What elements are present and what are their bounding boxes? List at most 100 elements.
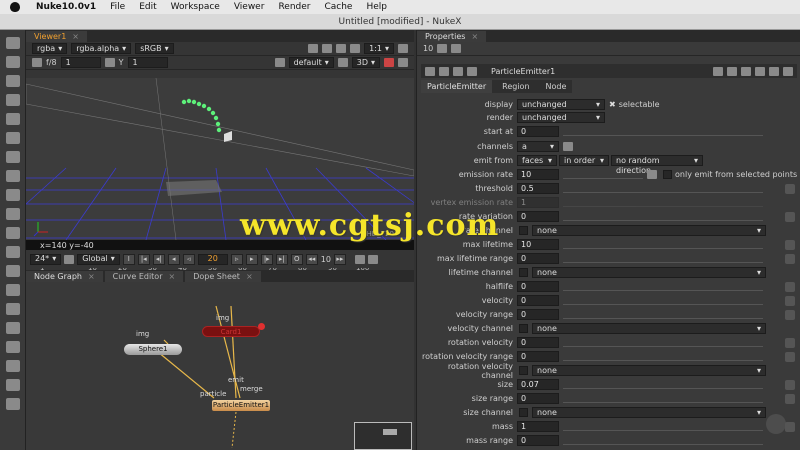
rate-variation-field[interactable]: 0 bbox=[517, 211, 559, 222]
next-key-button[interactable]: |▸ bbox=[260, 253, 273, 265]
velocity-range-field[interactable]: 0 bbox=[517, 309, 559, 320]
3d-cube-icon[interactable] bbox=[6, 227, 20, 239]
minimap[interactable] bbox=[354, 422, 412, 450]
tab-region[interactable]: Region bbox=[492, 80, 540, 93]
animation-icon[interactable] bbox=[785, 337, 795, 348]
size-field[interactable]: 0.07 bbox=[517, 379, 559, 390]
animation-icon[interactable] bbox=[785, 253, 795, 264]
channel-icon[interactable] bbox=[6, 113, 20, 125]
menu-cache[interactable]: Cache bbox=[324, 2, 352, 12]
camera-icon[interactable] bbox=[337, 58, 348, 67]
max-lifetime-field[interactable]: 10 bbox=[517, 239, 559, 250]
pause-icon[interactable] bbox=[336, 44, 347, 53]
lifetime-channel-dropdown[interactable]: none ▾ bbox=[532, 267, 766, 278]
deep-icon[interactable] bbox=[6, 284, 20, 296]
threshold-field[interactable]: 0.5 bbox=[517, 183, 559, 194]
settings-toggle-icon[interactable] bbox=[398, 58, 408, 67]
refresh-icon[interactable] bbox=[322, 44, 333, 53]
render-dropdown[interactable]: unchanged ▾ bbox=[517, 112, 605, 123]
color-swatch-icon[interactable] bbox=[453, 66, 463, 76]
mass-range-slider[interactable] bbox=[563, 437, 763, 445]
lifetime-channel-checkbox[interactable] bbox=[519, 268, 528, 277]
close-panel-icon[interactable] bbox=[783, 66, 793, 76]
lut-dropdown[interactable]: default ▾ bbox=[288, 57, 334, 68]
animation-icon[interactable] bbox=[785, 183, 795, 194]
revert-icon[interactable] bbox=[741, 66, 751, 76]
grid-icon[interactable] bbox=[350, 44, 361, 53]
channel-select-icon[interactable] bbox=[563, 142, 573, 151]
menu-icon[interactable] bbox=[6, 37, 20, 49]
animation-icon[interactable] bbox=[785, 393, 795, 404]
rate-variation-slider[interactable] bbox=[563, 213, 763, 221]
scope-dropdown[interactable]: Global ▾ bbox=[77, 253, 120, 265]
lut-icon[interactable] bbox=[274, 58, 285, 67]
clip-warning-icon[interactable] bbox=[32, 58, 42, 67]
rotation-velocity-field[interactable]: 0 bbox=[517, 337, 559, 348]
image-icon[interactable] bbox=[6, 75, 20, 87]
tab-particle-emitter[interactable]: ParticleEmitter bbox=[421, 80, 493, 93]
out-point-button[interactable]: O bbox=[290, 253, 303, 265]
tab-properties[interactable]: Properties × bbox=[417, 31, 487, 42]
metadata-icon[interactable] bbox=[6, 265, 20, 277]
rate-channel-checkbox[interactable] bbox=[519, 226, 528, 235]
menu-file[interactable]: File bbox=[110, 2, 125, 12]
menu-workspace[interactable]: Workspace bbox=[171, 2, 220, 12]
animation-icon[interactable] bbox=[785, 295, 795, 306]
gamma-icon[interactable] bbox=[104, 58, 115, 67]
filter-icon[interactable] bbox=[6, 151, 20, 163]
emit-selected-checkbox[interactable] bbox=[663, 170, 672, 179]
help-icon[interactable] bbox=[769, 66, 779, 76]
roi-icon[interactable] bbox=[308, 44, 319, 53]
velocity-field[interactable]: 0 bbox=[517, 295, 559, 306]
sphere-node[interactable]: Sphere1 bbox=[124, 344, 182, 355]
help-icon[interactable] bbox=[6, 379, 20, 391]
rotation-velocity-slider[interactable] bbox=[563, 339, 763, 347]
emission-rate-slider[interactable] bbox=[563, 171, 643, 179]
alpha-dropdown[interactable]: rgba.alpha ▾ bbox=[71, 43, 132, 54]
last-frame-button[interactable]: ▸| bbox=[275, 253, 288, 265]
current-frame-field[interactable]: 20 bbox=[197, 253, 228, 265]
velocity-channel-checkbox[interactable] bbox=[519, 324, 528, 333]
app-menu[interactable]: Nuke10.0v1 bbox=[36, 2, 96, 12]
close-icon[interactable]: × bbox=[72, 31, 79, 42]
size-channel-checkbox[interactable] bbox=[519, 408, 528, 417]
selectable-checkbox[interactable]: ✖ bbox=[609, 100, 616, 109]
emission-rate-field[interactable]: 10 bbox=[517, 169, 559, 180]
settings-icon[interactable] bbox=[6, 398, 20, 410]
channels-dropdown[interactable]: a ▾ bbox=[517, 141, 559, 152]
max-lifetime-range-slider[interactable] bbox=[563, 255, 763, 263]
merge-icon[interactable] bbox=[6, 189, 20, 201]
menu-help[interactable]: Help bbox=[366, 2, 387, 12]
rotation-velocity-range-slider[interactable] bbox=[563, 353, 763, 361]
rotation-velocity-channel-dropdown[interactable]: none ▾ bbox=[532, 365, 766, 376]
mass-range-field[interactable]: 0 bbox=[517, 435, 559, 446]
next-frame-button[interactable]: ▹ bbox=[230, 253, 243, 265]
first-frame-button[interactable]: |◂ bbox=[137, 253, 150, 265]
fps-dropdown[interactable]: 24* ▾ bbox=[30, 253, 62, 265]
eye-icon[interactable] bbox=[6, 303, 20, 315]
fullscreen-icon[interactable] bbox=[398, 44, 408, 53]
channels-dropdown[interactable]: rgba ▾ bbox=[32, 43, 68, 54]
timeline-range-icon[interactable] bbox=[64, 254, 75, 264]
loop-icon[interactable] bbox=[367, 254, 378, 264]
brush-toggle-icon[interactable] bbox=[384, 58, 394, 67]
prev-key-button[interactable]: ◂| bbox=[152, 253, 165, 265]
emit-order-dropdown[interactable]: in order ▾ bbox=[559, 155, 609, 166]
animation-icon[interactable] bbox=[647, 170, 657, 179]
animation-icon[interactable] bbox=[785, 379, 795, 390]
card-node[interactable]: Card1 bbox=[202, 326, 260, 337]
keyer-icon[interactable] bbox=[6, 170, 20, 182]
transform-icon[interactable] bbox=[6, 208, 20, 220]
other-icon[interactable] bbox=[6, 341, 20, 353]
max-lifetime-slider[interactable] bbox=[563, 241, 763, 249]
threshold-slider[interactable] bbox=[563, 185, 763, 193]
start-at-field[interactable]: 0 bbox=[517, 126, 559, 137]
minimap-viewport[interactable] bbox=[383, 429, 397, 435]
prev-frame-button[interactable]: ◃ bbox=[182, 253, 195, 265]
step-forward-button[interactable]: ▸▸ bbox=[333, 253, 346, 265]
rate-channel-dropdown[interactable]: none ▾ bbox=[532, 225, 766, 236]
animation-icon[interactable] bbox=[785, 351, 795, 362]
display-dropdown[interactable]: unchanged ▾ bbox=[517, 99, 605, 110]
rotation-velocity-channel-checkbox[interactable] bbox=[519, 366, 528, 375]
vertex-emission-rate-slider[interactable] bbox=[563, 199, 763, 207]
